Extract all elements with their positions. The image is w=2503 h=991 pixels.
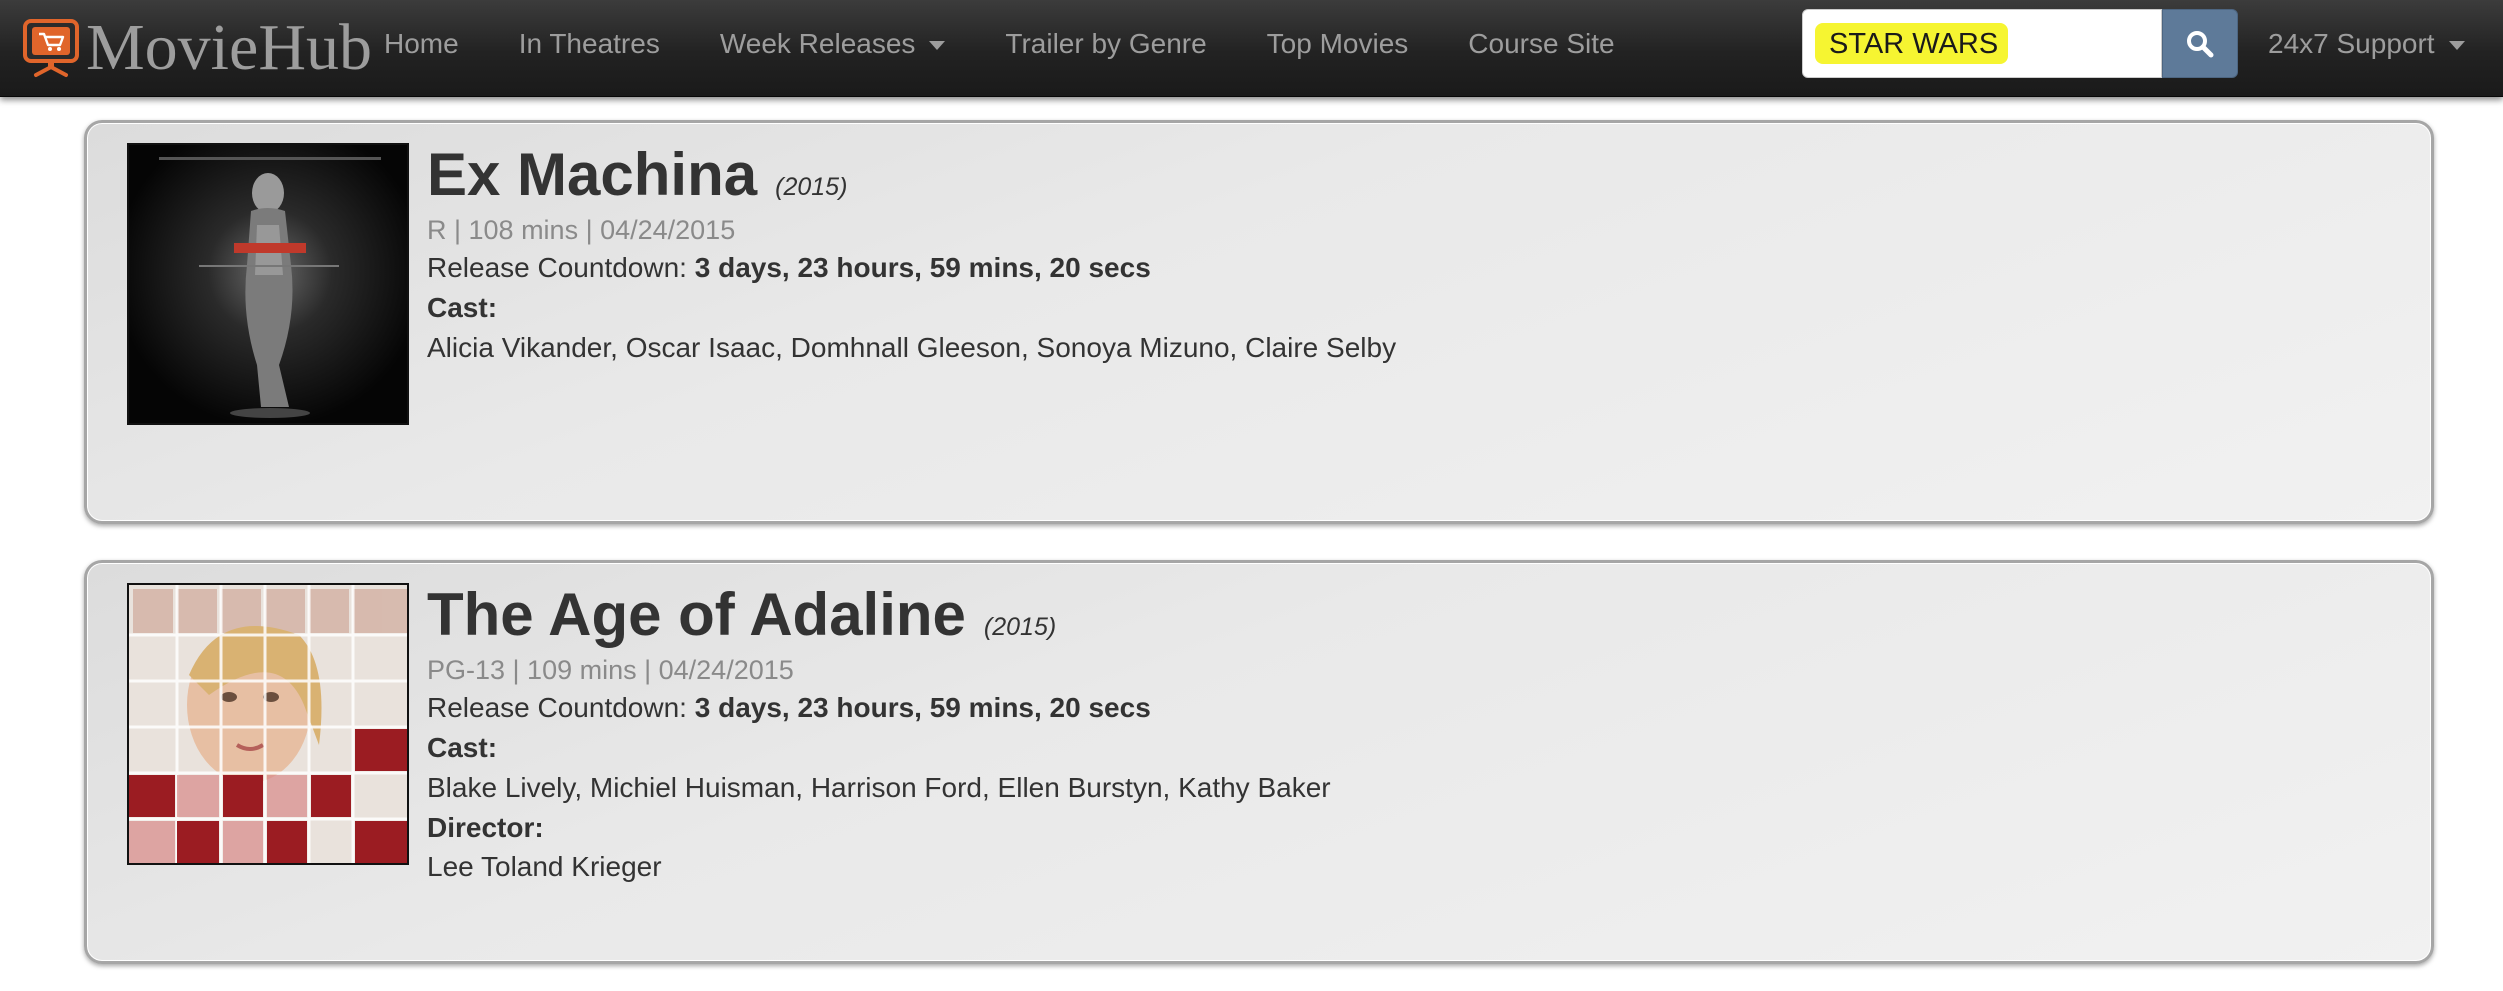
cast-list: Blake Lively, Michiel Huisman, Harrison … <box>427 771 1331 803</box>
support-label: 24x7 Support <box>2268 27 2435 59</box>
monitor-cart-icon <box>22 17 80 79</box>
nav-item-label: Home <box>384 27 459 59</box>
nav-item-label: Week Releases <box>719 27 916 59</box>
top-navbar: MovieHub Home In Theatres Week Releases … <box>0 0 2503 97</box>
nav-item-top-movies[interactable]: Top Movies <box>1267 28 1409 60</box>
nav-item-label: In Theatres <box>518 27 660 59</box>
movie-title[interactable]: Ex Machina <box>427 143 757 206</box>
director-name: Lee Toland Krieger <box>427 851 662 883</box>
countdown-value: 3 days, 23 hours, 59 mins, 20 secs <box>694 252 1151 284</box>
nav-item-week-releases[interactable]: Week Releases <box>720 28 946 60</box>
search-input[interactable]: STAR WARS <box>1802 9 2162 78</box>
nav-item-course-site[interactable]: Course Site <box>1468 28 1614 60</box>
nav-item-label: Trailer by Genre <box>1005 27 1207 59</box>
search-icon <box>2187 30 2214 57</box>
cast-list: Alicia Vikander, Oscar Isaac, Domhnall G… <box>427 331 1397 363</box>
movie-card[interactable]: The Age of Adaline (2015) PG-13 | 109 mi… <box>84 560 2434 964</box>
movie-meta: PG-13 | 109 mins | 04/24/2015 <box>427 655 794 685</box>
chevron-down-icon <box>929 40 946 50</box>
nav-item-trailer-by-genre[interactable]: Trailer by Genre <box>1005 28 1206 60</box>
nav-item-label: Top Movies <box>1266 27 1409 59</box>
countdown-value: 3 days, 23 hours, 59 mins, 20 secs <box>694 692 1151 724</box>
main-nav: Home In Theatres Week Releases Trailer b… <box>384 0 1675 87</box>
nav-item-in-theatres[interactable]: In Theatres <box>519 28 660 60</box>
cast-label: Cast: <box>427 292 498 324</box>
movie-poster[interactable] <box>127 143 409 425</box>
support-dropdown[interactable]: 24x7 Support <box>2268 0 2465 87</box>
release-countdown: Release Countdown: 3 days, 23 hours, 59 … <box>427 688 2411 728</box>
release-countdown: Release Countdown: 3 days, 23 hours, 59 … <box>427 248 2411 288</box>
director-label: Director: <box>427 811 544 843</box>
search-button[interactable] <box>2162 9 2238 78</box>
brand[interactable]: MovieHub <box>22 10 372 86</box>
nav-item-home[interactable]: Home <box>384 28 459 60</box>
nav-item-label: Course Site <box>1468 27 1615 59</box>
search-query-text: STAR WARS <box>1815 22 2009 65</box>
movie-year: (2015) <box>983 613 1057 641</box>
movie-info: Ex Machina (2015) R | 108 mins | 04/24/2… <box>427 139 2411 368</box>
cast-label: Cast: <box>427 732 498 764</box>
movie-poster[interactable] <box>127 583 409 865</box>
movie-card[interactable]: Ex Machina (2015) R | 108 mins | 04/24/2… <box>84 120 2434 524</box>
brand-name: MovieHub <box>86 11 372 84</box>
movie-year: (2015) <box>775 173 848 201</box>
movie-meta: R | 108 mins | 04/24/2015 <box>427 215 736 245</box>
chevron-down-icon <box>2448 40 2465 50</box>
movie-info: The Age of Adaline (2015) PG-13 | 109 mi… <box>427 579 2411 887</box>
movie-title[interactable]: The Age of Adaline <box>427 583 966 646</box>
countdown-label: Release Countdown: <box>427 692 687 724</box>
countdown-label: Release Countdown: <box>427 252 687 284</box>
